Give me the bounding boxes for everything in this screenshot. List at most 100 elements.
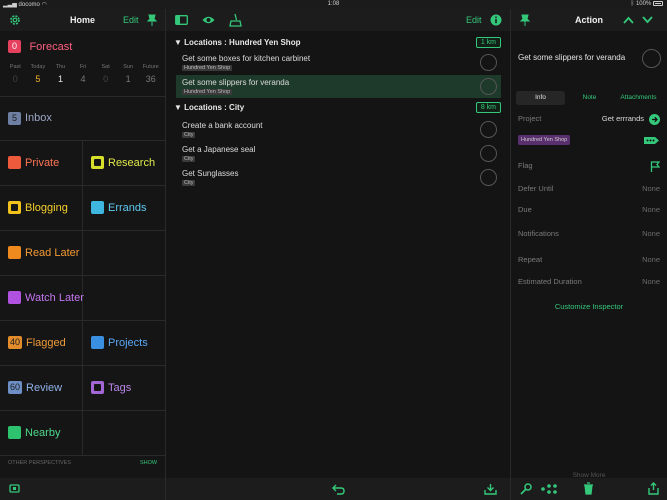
estimated-duration-value: None (642, 277, 660, 286)
estimated-duration-row[interactable]: Estimated Duration None (518, 277, 660, 289)
battery-icon (653, 1, 663, 6)
tab-note[interactable]: Note (565, 91, 614, 105)
tag-chip[interactable]: Hundred Yen Shop (518, 135, 571, 145)
watch-later-perspective[interactable]: Watch Later (0, 276, 166, 321)
link-icon[interactable] (520, 483, 532, 495)
notifications-row[interactable]: Notifications None (518, 229, 660, 241)
chevron-up-icon[interactable] (623, 16, 634, 24)
estimated-duration-label: Estimated Duration (518, 277, 582, 286)
task-checkbox[interactable] (480, 121, 497, 138)
forecast-day-fri[interactable]: Fri 4 (72, 64, 95, 84)
task-row[interactable]: Get Sunglasses City (176, 166, 501, 189)
location-arrow-icon (8, 426, 21, 440)
nearby-perspective[interactable]: Nearby (0, 411, 166, 456)
show-perspectives-button[interactable]: SHOW (140, 460, 157, 466)
group-header-city[interactable]: ▼ Locations : City (174, 103, 244, 112)
inbox-perspective[interactable]: 5 Inbox (0, 97, 166, 141)
sync-icon[interactable] (9, 483, 20, 494)
home-toolbar: Home Edit (0, 9, 165, 31)
task-row[interactable]: Create a bank account City (176, 118, 501, 141)
sidebar-toggle-icon[interactable] (175, 15, 188, 25)
inspector-task-checkbox[interactable] (642, 49, 661, 68)
task-checkbox[interactable] (480, 145, 497, 162)
task-row-selected[interactable]: Get some slippers for veranda Hundred Ye… (176, 75, 501, 98)
window-icon (8, 201, 21, 215)
undo-icon[interactable] (332, 484, 345, 495)
clean-up-broom-icon[interactable] (228, 13, 242, 27)
edit-button[interactable]: Edit (123, 15, 139, 25)
project-label: Project (518, 114, 542, 123)
task-tag: Hundred Yen Shop (182, 89, 233, 95)
project-row[interactable]: Project Get errrands (518, 114, 660, 126)
tags-perspective[interactable]: Tags (83, 366, 166, 411)
task-row[interactable]: Get some boxes for kitchen carbinet Hund… (176, 51, 501, 74)
nearby-label: Nearby (25, 426, 61, 439)
due-row[interactable]: Due None (518, 205, 660, 217)
list-toolbar: Edit (166, 9, 510, 31)
errands-perspective[interactable]: Errands (83, 186, 166, 231)
group-header-hundred-yen-shop[interactable]: ▼ Locations : Hundred Yen Shop (174, 38, 300, 47)
read-later-perspective[interactable]: Read Later (0, 231, 166, 276)
tab-info[interactable]: Info (516, 91, 565, 105)
tags-more-icon[interactable] (644, 136, 659, 145)
project-value: Get errrands (601, 114, 644, 123)
forecast-day-sun[interactable]: Sun 1 (117, 64, 140, 84)
due-value: None (642, 205, 660, 214)
watch-later-label: Watch Later (25, 291, 84, 304)
inbox-add-icon[interactable] (484, 483, 497, 495)
task-title: Get Sunglasses (182, 169, 239, 178)
info-icon[interactable] (490, 14, 502, 26)
pin-icon[interactable] (147, 14, 157, 26)
tab-attachments[interactable]: Attachments (614, 91, 663, 105)
inspector-task-title[interactable]: Get some slippers for veranda (518, 53, 625, 62)
disclosure-triangle-icon: ▼ (174, 103, 182, 112)
private-perspective[interactable]: Private (0, 141, 82, 186)
eye-icon[interactable] (202, 15, 215, 25)
share-icon[interactable] (648, 482, 659, 495)
forecast-count-badge: 0 (8, 40, 21, 54)
tag-icon (91, 381, 104, 395)
task-checkbox[interactable] (480, 78, 497, 95)
blogging-perspective[interactable]: Blogging (0, 186, 82, 231)
list-bottom-toolbar (166, 478, 510, 500)
distance-badge: 1 km (475, 37, 501, 48)
repeat-label: Repeat (518, 255, 543, 264)
forecast-day-today[interactable]: Today 5 (27, 64, 50, 84)
forecast-day-sat[interactable]: Sat 0 (94, 64, 117, 84)
task-checkbox[interactable] (480, 169, 497, 186)
task-title: Get some boxes for kitchen carbinet (182, 54, 311, 63)
status-bar: ▂▃▅ docomo ◠ 1:08 ᛒ 100% (0, 0, 667, 9)
forecast-day-future[interactable]: Future 36 (139, 64, 162, 84)
review-label: Review (26, 381, 63, 394)
chevron-down-icon[interactable] (642, 16, 653, 24)
task-tag: Hundred Yen Shop (182, 65, 233, 71)
blogging-label: Blogging (25, 201, 68, 214)
task-title: Create a bank account (182, 121, 263, 130)
defer-until-row[interactable]: Defer Until None (518, 184, 660, 196)
forecast-day-past[interactable]: Past 0 (4, 64, 27, 84)
other-perspectives-heading: OTHER PERSPECTIVES (8, 460, 71, 466)
flag-row[interactable]: Flag (518, 161, 660, 173)
tree-icon[interactable] (541, 484, 557, 494)
task-title: Get some slippers for veranda (182, 78, 290, 87)
edit-button[interactable]: Edit (466, 15, 482, 25)
defer-until-value: None (642, 184, 660, 193)
task-row[interactable]: Get a Japanese seal City (176, 142, 501, 165)
task-tag: City (182, 132, 196, 138)
arrow-right-circle-icon[interactable] (649, 114, 660, 125)
defer-until-label: Defer Until (518, 184, 554, 193)
projects-perspective[interactable]: Projects (83, 321, 166, 366)
research-perspective[interactable]: Research (83, 141, 166, 186)
forecast-day-thu[interactable]: Thu 1 (49, 64, 72, 84)
repeat-row[interactable]: Repeat None (518, 255, 660, 267)
review-count-badge: 60 (8, 381, 23, 395)
task-tag: City (182, 180, 196, 186)
trash-icon[interactable] (583, 482, 594, 495)
review-perspective[interactable]: 60 Review (0, 366, 82, 411)
forecast-days: Past 0 Today 5 Thu 1 Fri 4 Sat 0 Sun 1 Future 3… (4, 64, 162, 84)
customize-inspector-button[interactable]: Customize Inspector (511, 302, 667, 311)
flag-icon[interactable] (650, 161, 660, 172)
forecast-perspective[interactable]: 0 Forecast Past 0 Today 5 Thu 1 Fri 4 Sat 0 S… (0, 31, 166, 97)
task-checkbox[interactable] (480, 54, 497, 71)
flagged-perspective[interactable]: 40 Flagged (0, 321, 82, 366)
